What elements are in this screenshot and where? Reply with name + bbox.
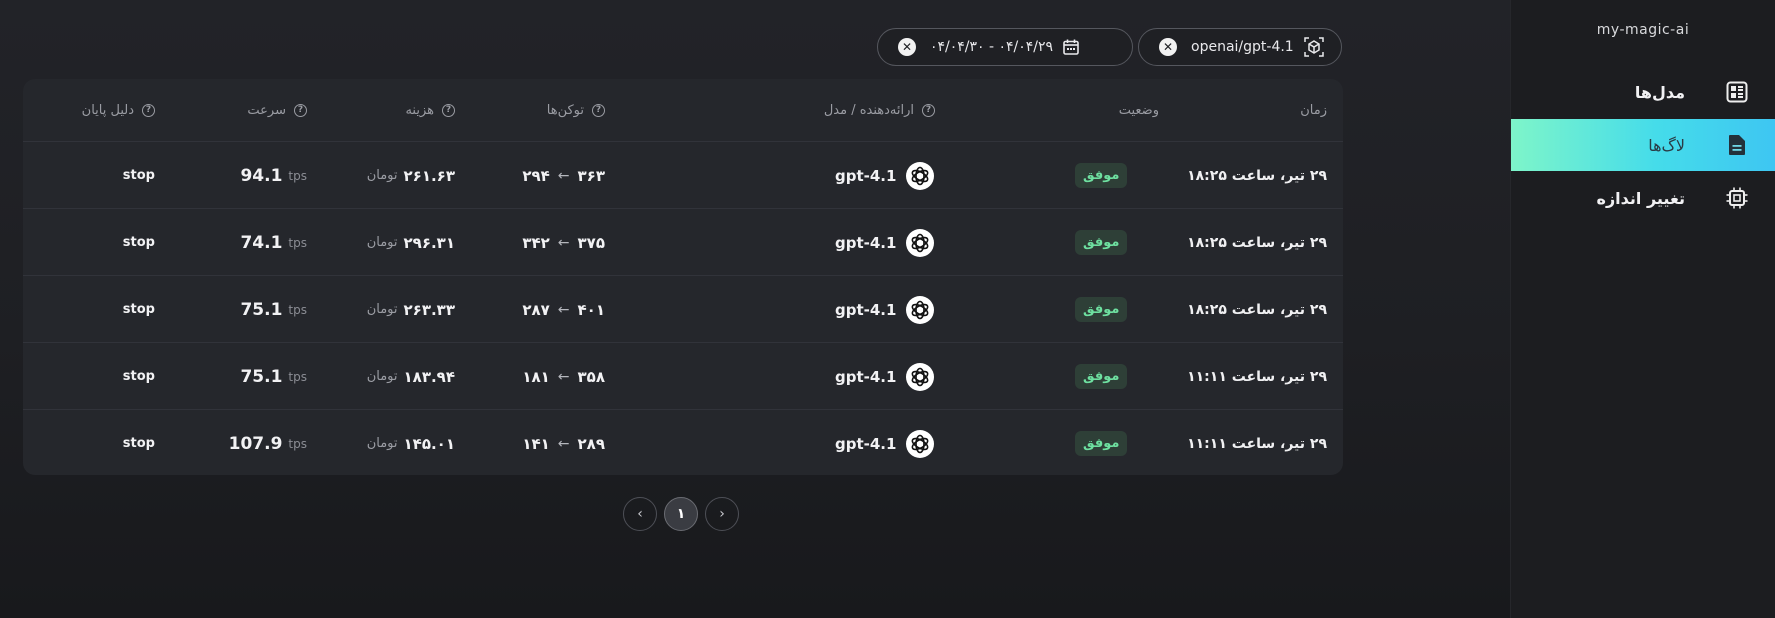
row-finish-reason: stop xyxy=(122,168,155,183)
status-badge: موفق xyxy=(1075,276,1128,343)
row-tokens: ۳۴۲ ← ۳۷۵ xyxy=(522,233,605,252)
status-badge: موفق xyxy=(1075,142,1128,209)
help-icon[interactable]: ? xyxy=(922,103,935,117)
openai-logo-icon xyxy=(906,362,935,391)
sidebar-item-logs[interactable]: لاگ‌ها xyxy=(1511,119,1775,171)
row-time: ۲۹ تیر، ساعت ۱۱:۱۱ xyxy=(1187,435,1327,452)
openai-logo-icon xyxy=(906,228,935,257)
row-finish-reason: stop xyxy=(122,436,155,451)
brand-name: my-magic-ai xyxy=(1596,22,1690,38)
status-badge: موفق xyxy=(1075,410,1128,475)
pagination-prev-button[interactable]: › xyxy=(705,497,739,531)
sidebar-item-models[interactable]: مدل‌ها xyxy=(1511,66,1775,118)
table-header: زمان وضعیت ارائه‌دهنده / مدل? توکن‌ها? ه… xyxy=(23,79,1343,141)
row-speed: 75.1 tps xyxy=(240,299,307,320)
row-cost: تومان ۱۸۳.۹۴ xyxy=(366,367,455,386)
logs-table: زمان وضعیت ارائه‌دهنده / مدل? توکن‌ها? ه… xyxy=(23,79,1343,475)
row-finish-reason: stop xyxy=(122,369,155,384)
table-row[interactable]: ۲۹ تیر، ساعت ۱۸:۲۵ موفق gpt-4.1 ۲۸۷ ← ۴۰۱ … xyxy=(23,275,1343,343)
table-row[interactable]: ۲۹ تیر، ساعت ۱۱:۱۱ موفق gpt-4.1 ۱۴۱ ← ۲۸۹ … xyxy=(23,409,1343,475)
row-model: gpt-4.1 xyxy=(835,410,935,475)
sidebar-item-label: مدل‌ها xyxy=(1634,82,1685,102)
header-status: وضعیت xyxy=(1118,102,1159,118)
row-time: ۲۹ تیر، ساعت ۱۸:۲۵ xyxy=(1187,167,1327,184)
clear-model-filter-button[interactable]: ✕ xyxy=(1159,38,1177,56)
row-time: ۲۹ تیر، ساعت ۱۸:۲۵ xyxy=(1187,234,1327,251)
row-speed: 75.1 tps xyxy=(240,366,307,387)
row-time: ۲۹ تیر، ساعت ۱۱:۱۱ xyxy=(1187,368,1327,385)
table-row[interactable]: ۲۹ تیر، ساعت ۱۸:۲۵ موفق gpt-4.1 ۲۹۴ ← ۳۶۳ … xyxy=(23,141,1343,209)
sidebar-item-resize[interactable]: تغییر اندازه xyxy=(1511,172,1775,224)
row-cost: تومان ۲۶۱.۶۳ xyxy=(366,166,455,185)
date-filter-value: ۰۴/۰۴/۳۰ - ۰۴/۰۴/۲۹ xyxy=(930,39,1054,55)
header-cost: هزینه? xyxy=(405,79,455,141)
chip-icon xyxy=(1725,186,1749,210)
row-tokens: ۲۹۴ ← ۳۶۳ xyxy=(522,166,605,185)
help-icon[interactable]: ? xyxy=(294,103,307,117)
table-row[interactable]: ۲۹ تیر، ساعت ۱۸:۲۵ موفق gpt-4.1 ۳۴۲ ← ۳۷۵ … xyxy=(23,208,1343,276)
row-speed: 107.9 tps xyxy=(228,433,307,454)
header-provider-model: ارائه‌دهنده / مدل? xyxy=(824,79,935,141)
sidebar-item-label: لاگ‌ها xyxy=(1648,135,1685,155)
row-model: gpt-4.1 xyxy=(835,209,935,276)
help-icon[interactable]: ? xyxy=(592,103,605,117)
model-filter-value: openai/gpt-4.1 xyxy=(1191,39,1294,55)
clear-date-filter-button[interactable]: ✕ xyxy=(898,38,916,56)
row-finish-reason: stop xyxy=(122,302,155,317)
openai-logo-icon xyxy=(906,161,935,190)
date-filter-chip[interactable]: ✕ ۰۴/۰۴/۳۰ - ۰۴/۰۴/۲۹ xyxy=(877,28,1133,66)
status-badge: موفق xyxy=(1075,343,1128,410)
row-cost: تومان ۲۹۶.۳۱ xyxy=(366,233,455,252)
sidebar: my-magic-ai مدل‌ها لاگ‌ها تغییر اندازه xyxy=(1510,0,1775,618)
row-cost: تومان ۲۶۳.۳۳ xyxy=(366,300,455,319)
header-time: زمان xyxy=(1300,102,1327,118)
row-time: ۲۹ تیر، ساعت ۱۸:۲۵ xyxy=(1187,301,1327,318)
openai-logo-icon xyxy=(906,295,935,324)
chevron-left-icon: ‹ xyxy=(637,506,643,522)
sidebar-item-label: تغییر اندازه xyxy=(1596,188,1686,208)
header-speed: سرعت? xyxy=(247,79,307,141)
help-icon[interactable]: ? xyxy=(142,103,155,117)
row-model: gpt-4.1 xyxy=(835,276,935,343)
header-tokens: توکن‌ها? xyxy=(547,79,605,141)
pagination-next-button[interactable]: ‹ xyxy=(623,497,657,531)
document-icon xyxy=(1725,133,1749,157)
model-cube-icon xyxy=(1303,37,1324,57)
row-model: gpt-4.1 xyxy=(835,343,935,410)
help-icon[interactable]: ? xyxy=(442,103,455,117)
chevron-right-icon: › xyxy=(719,506,725,522)
row-tokens: ۱۴۱ ← ۲۸۹ xyxy=(522,434,605,453)
openai-logo-icon xyxy=(906,429,935,458)
status-badge: موفق xyxy=(1075,209,1128,276)
table-row[interactable]: ۲۹ تیر، ساعت ۱۱:۱۱ موفق gpt-4.1 ۱۸۱ ← ۳۵۸ … xyxy=(23,342,1343,410)
row-finish-reason: stop xyxy=(122,235,155,250)
row-speed: 94.1 tps xyxy=(240,165,307,186)
models-grid-icon xyxy=(1725,80,1749,104)
row-cost: تومان ۱۴۵.۰۱ xyxy=(366,434,455,453)
row-model: gpt-4.1 xyxy=(835,142,935,209)
pagination-page-button[interactable]: ۱ xyxy=(664,497,698,531)
row-tokens: ۱۸۱ ← ۳۵۸ xyxy=(522,367,605,386)
header-finish-reason: دلیل پایان? xyxy=(82,79,155,141)
row-tokens: ۲۸۷ ← ۴۰۱ xyxy=(522,300,605,319)
model-filter-chip[interactable]: ✕ openai/gpt-4.1 xyxy=(1138,28,1342,66)
row-speed: 74.1 tps xyxy=(240,232,307,253)
calendar-icon xyxy=(1063,39,1079,55)
